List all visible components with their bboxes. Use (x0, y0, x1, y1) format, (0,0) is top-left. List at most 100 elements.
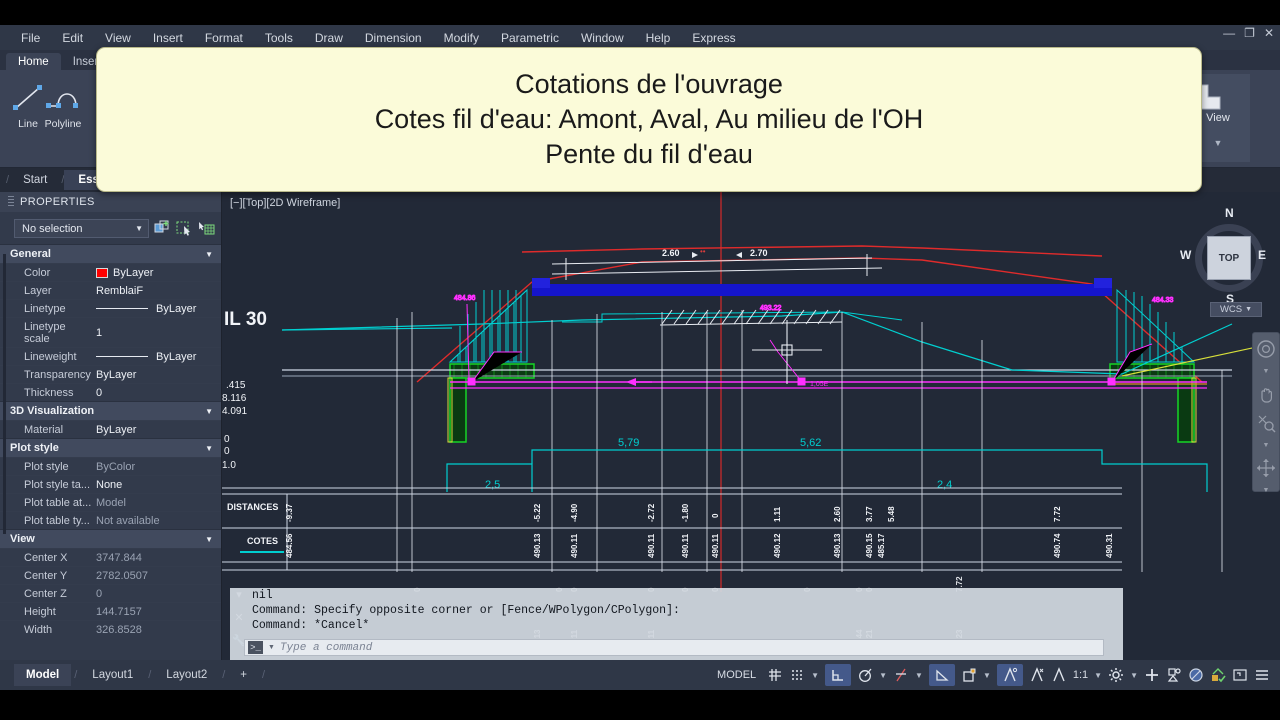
menu-item-insert[interactable]: Insert (142, 28, 194, 48)
property-value-cell[interactable]: ByLayer (92, 348, 221, 365)
chevron-down-icon[interactable]: ▼ (1245, 306, 1252, 313)
menu-item-format[interactable]: Format (194, 28, 254, 48)
menu-item-modify[interactable]: Modify (433, 28, 490, 48)
hardware-acceleration-icon[interactable] (1188, 667, 1204, 683)
property-group-3d-visualization[interactable]: 3D Visualization ▼ (0, 401, 221, 420)
layout-tab-layout2[interactable]: Layout2 (154, 664, 219, 686)
annotation-visibility-icon[interactable] (996, 664, 1023, 686)
customization-icon[interactable] (1254, 667, 1270, 683)
select-objects-icon[interactable] (176, 220, 193, 237)
viewcube-top-face[interactable]: TOP (1207, 236, 1251, 280)
property-row-plot-style-table[interactable]: Plot style ta... None (0, 475, 221, 493)
property-row-plot-table-attached[interactable]: Plot table at... Model (0, 493, 221, 511)
chevron-down-icon[interactable]: ▼ (1130, 671, 1138, 680)
layout-tab-layout1[interactable]: Layout1 (80, 664, 145, 686)
minimize-icon[interactable]: ― (1223, 27, 1235, 39)
ribbon-tab-home[interactable]: Home (6, 53, 61, 70)
palette-grip-icon[interactable] (8, 196, 14, 208)
property-row-color[interactable]: Color ByLayer (0, 263, 221, 281)
menu-item-file[interactable]: File (10, 28, 51, 48)
command-prompt-icon[interactable]: >_ (248, 641, 263, 654)
chevron-down-icon[interactable]: ▼ (205, 444, 213, 453)
compass-east-label[interactable]: E (1258, 248, 1266, 262)
command-input-row[interactable]: >_ ▼ Type a command (244, 639, 1104, 656)
pan-hand-icon[interactable] (1256, 384, 1276, 404)
property-row-linetype-scale[interactable]: Linetype scale 1 (0, 317, 221, 347)
restore-icon[interactable]: ❐ (1244, 27, 1255, 39)
annotation-scale-value[interactable]: 1:1 (1073, 669, 1088, 681)
viewcube[interactable]: TOP N E S W (1170, 206, 1268, 316)
pickadd-icon[interactable] (198, 220, 215, 237)
orbit-icon[interactable] (1256, 458, 1276, 478)
menu-item-view[interactable]: View (94, 28, 142, 48)
chevron-down-icon[interactable]: ▼ (1263, 442, 1270, 449)
property-row-center-x[interactable]: Center X 3747.844 (0, 548, 221, 566)
chevron-down-icon[interactable]: ▼ (1263, 487, 1270, 494)
property-row-lineweight[interactable]: Lineweight ByLayer (0, 347, 221, 365)
otrack-icon[interactable] (961, 667, 977, 683)
file-tab-start[interactable]: Start (9, 170, 61, 190)
ortho-icon[interactable] (825, 664, 852, 686)
layout-tab-model[interactable]: Model (14, 664, 72, 686)
chevron-down-icon[interactable]: ▼ (205, 250, 213, 259)
property-group-view[interactable]: View ▼ (0, 529, 221, 548)
menu-item-help[interactable]: Help (635, 28, 682, 48)
units-crosshair-icon[interactable] (1144, 667, 1160, 683)
property-row-transparency[interactable]: Transparency ByLayer (0, 365, 221, 383)
property-group-general[interactable]: General ▼ (0, 244, 221, 263)
menu-item-parametric[interactable]: Parametric (490, 28, 570, 48)
property-row-linetype[interactable]: Linetype ByLayer (0, 299, 221, 317)
property-row-thickness[interactable]: Thickness 0 (0, 383, 221, 401)
navigation-bar[interactable]: ▼ ▼ ▼ (1252, 332, 1280, 494)
annotation-autoscale-icon[interactable] (1029, 667, 1045, 683)
chevron-down-icon[interactable]: ▼ (205, 407, 213, 416)
menu-item-window[interactable]: Window (570, 28, 635, 48)
property-row-layer[interactable]: Layer RemblaiF (0, 281, 221, 299)
annotation-scale-marker-icon[interactable] (1051, 667, 1067, 683)
menu-item-tools[interactable]: Tools (254, 28, 304, 48)
layout-tab-new[interactable]: + (228, 664, 259, 686)
viewport-label[interactable]: [−][Top][2D Wireframe] (230, 197, 340, 209)
chevron-down-icon[interactable]: ▼ (879, 671, 887, 680)
property-row-height[interactable]: Height 144.7157 (0, 602, 221, 620)
chevron-down-icon[interactable]: ▼ (915, 671, 923, 680)
quick-select-icon[interactable] (154, 220, 171, 237)
command-line[interactable]: nil Command: Specify opposite corner or … (230, 588, 1123, 660)
property-row-plot-table-type[interactable]: Plot table ty... Not available (0, 511, 221, 529)
menu-item-dimension[interactable]: Dimension (354, 28, 433, 48)
menu-item-draw[interactable]: Draw (304, 28, 354, 48)
close-icon[interactable]: ✕ (1264, 27, 1274, 39)
properties-scrollbar[interactable] (3, 254, 6, 534)
snap-icon[interactable] (789, 667, 805, 683)
property-row-plot-style[interactable]: Plot style ByColor (0, 457, 221, 475)
grid-icon[interactable] (767, 667, 783, 683)
property-row-center-y[interactable]: Center Y 2782.0507 (0, 566, 221, 584)
property-group-plot-style[interactable]: Plot style ▼ (0, 438, 221, 457)
tool-polyline[interactable]: Polyline (40, 78, 86, 130)
chevron-down-icon[interactable]: ▼ (1094, 671, 1102, 680)
chevron-down-icon[interactable]: ▼ (205, 535, 213, 544)
object-snap-icon[interactable] (893, 667, 909, 683)
chevron-down-icon[interactable]: ▼ (135, 224, 143, 233)
chevron-down-icon[interactable]: ▼ (268, 644, 275, 651)
chevron-down-icon[interactable]: ▼ (1263, 368, 1270, 375)
workspace-gear-icon[interactable] (1108, 667, 1124, 683)
property-row-center-z[interactable]: Center Z 0 (0, 584, 221, 602)
menu-item-express[interactable]: Express (681, 28, 746, 48)
compass-west-label[interactable]: W (1180, 248, 1191, 262)
isolate-objects-icon[interactable] (1166, 667, 1182, 683)
annotation-monitor-icon[interactable] (1210, 667, 1226, 683)
model-space-button[interactable]: MODEL (712, 666, 761, 684)
polar-tracking-icon[interactable] (857, 667, 873, 683)
steering-wheel-icon[interactable] (1256, 339, 1276, 359)
selection-dropdown[interactable]: No selection ▼ (14, 219, 149, 238)
property-value-cell[interactable]: ByLayer (92, 300, 221, 317)
chevron-down-icon[interactable]: ▼ (811, 671, 819, 680)
compass-north-label[interactable]: N (1225, 206, 1234, 220)
zoom-extents-icon[interactable] (1256, 413, 1276, 433)
chevron-down-icon[interactable]: ▼ (983, 671, 991, 680)
isodraft-icon[interactable] (928, 664, 955, 686)
property-row-width[interactable]: Width 326.8528 (0, 620, 221, 638)
command-input-placeholder[interactable]: Type a command (280, 642, 372, 654)
property-row-material[interactable]: Material ByLayer (0, 420, 221, 438)
